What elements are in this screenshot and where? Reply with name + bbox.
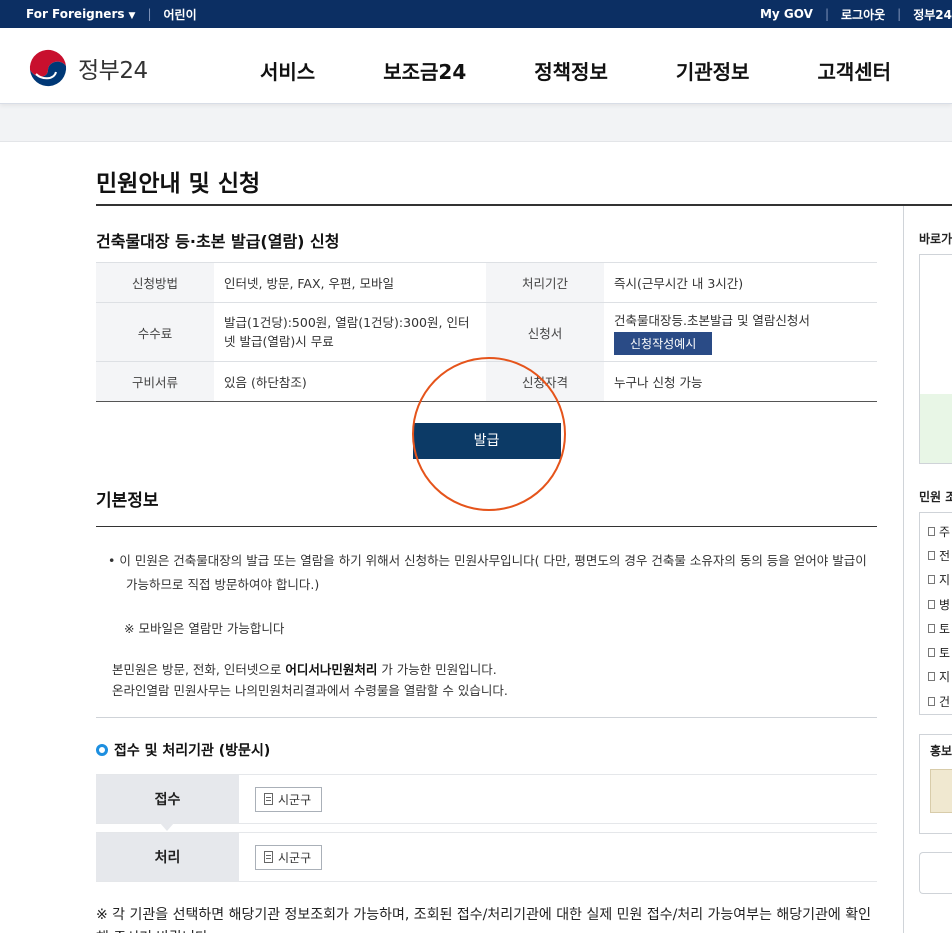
nav-subsidy[interactable]: 보조금24: [383, 56, 466, 85]
shortcut-title: 바로가기: [919, 232, 952, 246]
label-eligibility: 신청자격: [486, 361, 604, 402]
doc-icon: [928, 648, 935, 658]
shortcut-item[interactable]: [919, 254, 952, 324]
promo-banner-image[interactable]: [930, 769, 952, 813]
nav-customer-center[interactable]: 고객센터: [817, 56, 891, 85]
issue-button-wrap: 발급: [96, 423, 877, 459]
building-icon: [264, 851, 273, 863]
form-name: 건축물대장등.초본발급 및 열람신청서: [614, 312, 810, 328]
process-agency-row: 처리 시군구: [96, 832, 877, 882]
anywhere-service-link: 어디서나민원처리: [285, 662, 378, 677]
promo-title: 홍보: [930, 744, 952, 758]
list-item[interactable]: 병: [920, 592, 952, 616]
doc-icon: [928, 696, 935, 706]
process-value: 시군구: [239, 833, 877, 881]
sub-band: [0, 104, 952, 142]
basic-info-paragraph: 본민원은 방문, 전화, 인터넷으로 어디서나민원처리 가 가능한 민원입니다.…: [96, 659, 877, 701]
label-form: 신청서: [486, 302, 604, 362]
utility-left: For Foreigners ▼ | 어린이: [26, 6, 197, 23]
doc-icon: [928, 599, 935, 609]
mobile-note: ※ 모바일은 열람만 가능합니다: [124, 621, 285, 636]
gov24-link[interactable]: 정부24: [913, 6, 952, 23]
label-method: 신청방법: [96, 262, 214, 303]
agency-footnote: ※ 각 기관을 선택하면 해당기관 정보조회가 가능하며, 조회된 접수/처리기…: [96, 907, 872, 933]
value-form: 건축물대장등.초본발급 및 열람신청서 신청작성예시: [604, 302, 877, 362]
building-icon: [264, 793, 273, 805]
kids-link[interactable]: 어린이: [163, 6, 196, 23]
value-eligibility: 누구나 신청 가능: [604, 361, 877, 402]
global-nav: 서비스 보조금24 정책정보 기관정보 고객센터: [260, 56, 952, 85]
basic-info-body: • 이 민원은 건축물대장의 발급 또는 열람을 하기 위해서 신청하는 민원사…: [96, 527, 877, 718]
utility-bar: For Foreigners ▼ | 어린이 My GOV | 로그아웃 | 정부…: [0, 0, 952, 28]
issue-button[interactable]: 발급: [412, 423, 561, 459]
application-title: 건축물대장 등·초본 발급(열람) 신청: [96, 232, 340, 251]
form-sample-button[interactable]: 신청작성예시: [614, 331, 713, 355]
doc-icon: [928, 526, 935, 536]
site-logo[interactable]: 정부24: [26, 46, 148, 90]
list-item[interactable]: 주: [920, 519, 952, 543]
table-row: 구비서류 있음 (하단참조) 신청자격 누구나 신청 가능: [96, 361, 877, 402]
for-foreigners-link[interactable]: For Foreigners ▼: [26, 7, 135, 21]
table-row: 신청방법 인터넷, 방문, FAX, 우편, 모바일 처리기간 즉시(근무시간 …: [96, 262, 877, 303]
list-item[interactable]: 토: [920, 616, 952, 640]
list-item[interactable]: 전: [920, 543, 952, 567]
mygov-link[interactable]: My GOV: [760, 7, 813, 21]
basic-info-title: 기본정보: [96, 486, 877, 527]
value-method: 인터넷, 방문, FAX, 우편, 모바일: [214, 262, 486, 303]
label-processing-time: 처리기간: [486, 262, 604, 303]
value-processing-time: 즉시(근무시간 내 3시간): [604, 262, 877, 303]
application-info-table: 신청방법 인터넷, 방문, FAX, 우편, 모바일 처리기간 즉시(근무시간 …: [96, 262, 877, 402]
process-agency-chip[interactable]: 시군구: [255, 844, 323, 870]
doc-icon: [928, 550, 935, 560]
divider: |: [824, 7, 829, 21]
list-item[interactable]: 지: [920, 568, 952, 592]
right-sidebar: 바로가기 민원 조회 주 전 지 병 토 토 지 건 홍보: [903, 206, 952, 933]
logout-link[interactable]: 로그아웃: [841, 6, 885, 23]
receive-agency-chip[interactable]: 시군구: [255, 786, 323, 812]
receive-value: 시군구: [239, 775, 877, 823]
list-item[interactable]: 토: [920, 640, 952, 664]
receive-agency-row: 접수 시군구: [96, 774, 877, 831]
nav-agency[interactable]: 기관정보: [676, 56, 750, 85]
doc-icon: [928, 575, 935, 585]
ring-bullet-icon: [96, 744, 108, 756]
table-row: 수수료 발급(1건당):500원, 열람(1건당):300원, 인터넷 발급(열…: [96, 302, 877, 362]
receive-label: 접수: [96, 775, 239, 831]
main-header: 정부24 서비스 보조금24 정책정보 기관정보 고객센터: [0, 28, 952, 104]
civil-inquiry-list: 주 전 지 병 토 토 지 건: [919, 512, 952, 715]
list-item[interactable]: 건: [920, 689, 952, 713]
agency-section-title: 접수 및 처리기관 (방문시): [96, 740, 877, 760]
value-documents: 있음 (하단참조): [214, 361, 486, 402]
divider: |: [897, 7, 902, 21]
process-label: 처리: [96, 833, 239, 881]
divider: |: [147, 7, 152, 21]
nav-services[interactable]: 서비스: [260, 56, 315, 85]
nav-policy[interactable]: 정책정보: [534, 56, 608, 85]
online-view-line: 온라인열람 민원사무는 나의민원처리결과에서 수령물을 열람할 수 있습니다.: [112, 683, 508, 698]
taegeuk-logo-icon: [28, 48, 68, 88]
label-fee: 수수료: [96, 302, 214, 362]
logo-text: 정부24: [78, 58, 148, 84]
doc-icon: [928, 623, 935, 633]
label-documents: 구비서류: [96, 361, 214, 402]
value-fee: 발급(1건당):500원, 열람(1건당):300원, 인터넷 발급(열람)시 …: [214, 302, 486, 362]
sidebar-button[interactable]: [919, 852, 952, 894]
list-item[interactable]: 지: [920, 665, 952, 689]
doc-icon: [928, 672, 935, 682]
civil-inquiry-title: 민원 조회: [919, 490, 952, 504]
anywhere-service-line: 본민원은 방문, 전화, 인터넷으로 어디서나민원처리 가 가능한 민원입니다.: [112, 662, 497, 677]
main-content: 건축물대장 등·초본 발급(열람) 신청 신청방법 인터넷, 방문, FAX, …: [96, 206, 877, 933]
shortcut-green-item[interactable]: [920, 394, 952, 463]
caret-down-icon: ▼: [128, 11, 136, 21]
utility-right: My GOV | 로그아웃 | 정부24: [760, 6, 952, 23]
basic-info-bullet: • 이 민원은 건축물대장의 발급 또는 열람을 하기 위해서 신청하는 민원사…: [108, 553, 867, 592]
page-title: 민원안내 및 신청: [96, 171, 261, 197]
